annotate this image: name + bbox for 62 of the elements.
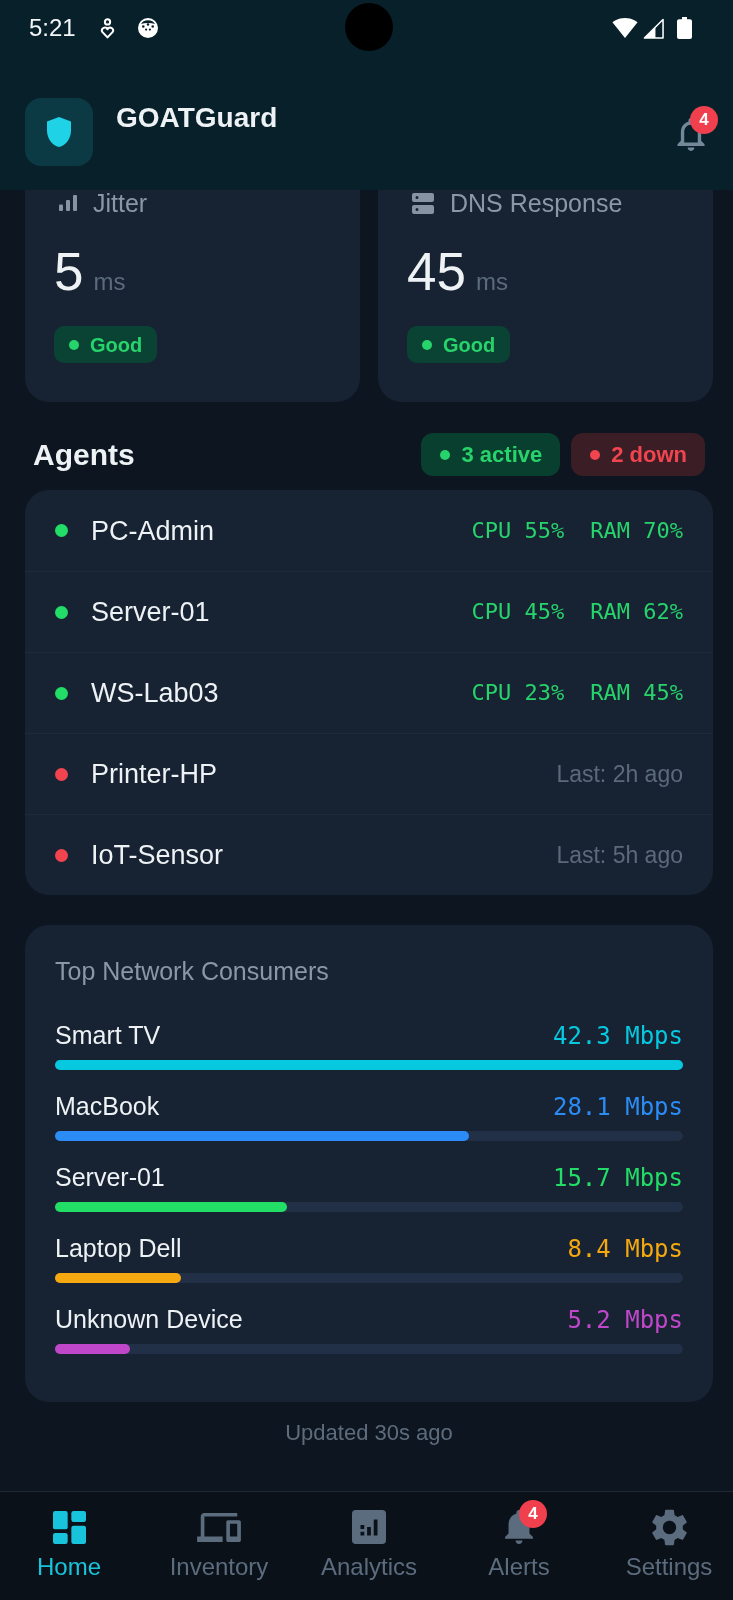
signal-bars-icon — [59, 195, 77, 211]
bandwidth-rate: 42.3 Mbps — [552, 1021, 683, 1051]
device-name: Unknown Device — [55, 1304, 243, 1334]
last-seen: Last: 2h ago — [556, 760, 683, 788]
status-dot-icon — [590, 449, 601, 460]
agent-name: WS-Lab03 — [91, 677, 219, 709]
devices-icon — [197, 1511, 241, 1543]
bandwidth-rate: 5.2 Mbps — [567, 1305, 683, 1335]
app-title: GOATGuard — [116, 101, 278, 135]
last-seen: Last: 5h ago — [556, 841, 683, 869]
alert-count-badge: 4 — [519, 1500, 547, 1528]
device-name: Server-01 — [55, 1162, 165, 1192]
cellular-signal-icon — [643, 17, 664, 39]
agent-name: PC-Admin — [91, 514, 215, 547]
metric-value: 45 — [407, 244, 466, 300]
agent-name: IoT-Sensor — [91, 839, 224, 871]
metric-label: Jitter — [93, 190, 148, 216]
notification-count-badge: 4 — [690, 106, 718, 134]
status-label: Good — [90, 332, 143, 357]
shield-logo-icon — [25, 98, 93, 166]
status-dot-icon — [69, 339, 79, 350]
nav-tab[interactable]: Settings — [605, 1500, 733, 1582]
cpu-usage: CPU 23% — [471, 679, 565, 707]
bandwidth-rate: 28.1 Mbps — [552, 1092, 683, 1122]
device-name: Laptop Dell — [55, 1233, 182, 1263]
ram-usage: RAM 45% — [590, 679, 683, 707]
agent-name: Printer-HP — [91, 758, 218, 790]
count-label: 2 down — [611, 441, 687, 468]
count-label: 3 active — [461, 441, 543, 468]
battery-icon — [677, 17, 692, 39]
status-dot-icon — [440, 449, 451, 460]
ram-usage: RAM 62% — [590, 598, 683, 626]
nav-tab[interactable]: Analytics — [305, 1500, 433, 1582]
wifi-icon — [612, 18, 638, 38]
device-name: Smart TV — [55, 1020, 161, 1050]
device-name: MacBook — [55, 1091, 160, 1121]
card-title: Top Network Consumers — [55, 956, 330, 986]
cpu-usage: CPU 45% — [471, 598, 565, 626]
nav-tab[interactable]: 4 Alerts — [455, 1500, 583, 1582]
nav-tab[interactable]: Home — [5, 1500, 133, 1582]
metric-value: 5 — [54, 244, 84, 300]
metric-label: DNS Response — [450, 190, 623, 216]
nav-tab[interactable]: Inventory — [155, 1500, 283, 1582]
metric-unit: ms — [475, 268, 508, 296]
section-title: Agents — [33, 436, 135, 473]
dashboard-icon — [52, 1510, 86, 1544]
status-dot-icon — [422, 339, 432, 350]
person-heart-icon — [99, 17, 115, 39]
server-icon — [412, 192, 434, 214]
bandwidth-rate: 8.4 Mbps — [567, 1234, 683, 1264]
bar-chart-icon — [352, 1510, 386, 1544]
camera-cutout — [345, 3, 393, 51]
status-time: 5:21 — [29, 14, 76, 42]
settings-icon — [651, 1508, 687, 1546]
updated-text: Updated 30s ago — [284, 1420, 454, 1446]
bandwidth-rate: 15.7 Mbps — [552, 1163, 683, 1193]
metric-unit: ms — [93, 268, 126, 296]
ram-usage: RAM 70% — [590, 516, 683, 545]
status-label: Good — [443, 332, 496, 357]
cpu-usage: CPU 55% — [471, 516, 565, 545]
agent-name: Server-01 — [91, 596, 210, 628]
notifications-button[interactable]: 4 — [677, 106, 718, 151]
